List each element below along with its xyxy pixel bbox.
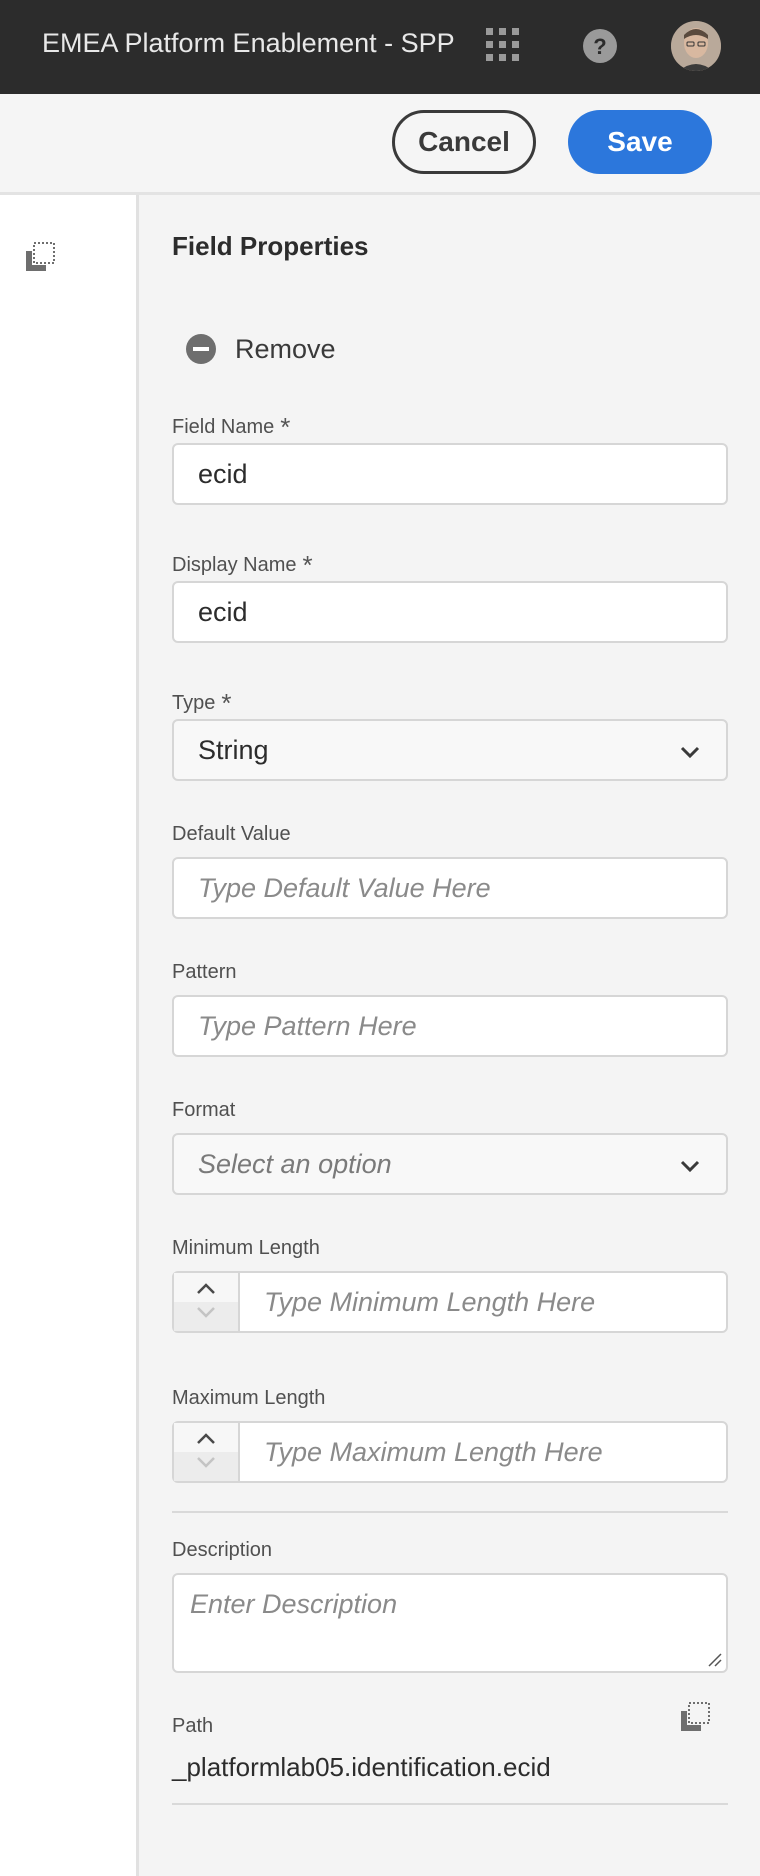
default-value-label: Default Value [172,823,291,845]
field-name-label: Field Name * [172,412,291,442]
display-name-label: Display Name * [172,550,313,580]
pattern-input[interactable]: Type Pattern Here [172,995,728,1057]
format-select-value: Select an option [198,1148,392,1179]
divider [172,1803,728,1805]
decrement-button[interactable] [174,1452,238,1481]
chevron-down-icon [197,1307,215,1318]
required-marker: * [280,412,291,442]
increment-button[interactable] [174,1423,238,1452]
max-length-input[interactable]: Type Maximum Length Here [240,1423,726,1481]
description-textarea[interactable]: Enter Description [172,1573,728,1673]
chevron-down-icon [680,1160,700,1173]
copy-icon[interactable] [24,241,56,273]
remove-label: Remove [235,333,336,364]
required-marker: * [221,688,232,718]
cancel-button[interactable]: Cancel [392,110,536,174]
divider [172,1511,728,1513]
avatar[interactable] [671,21,721,71]
field-name-input[interactable]: ecid [172,443,728,505]
chevron-up-icon [197,1433,215,1444]
format-select[interactable]: Select an option [172,1133,728,1195]
org-title[interactable]: EMEA Platform Enablement - SPP [42,28,455,59]
apps-icon[interactable] [486,28,520,62]
type-label: Type * [172,688,232,718]
field-properties-panel: Field Properties Remove Field Name * ecid… [139,195,760,1876]
default-value-input[interactable]: Type Default Value Here [172,857,728,919]
app-header: EMEA Platform Enablement - SPP ? [0,0,760,94]
decrement-button[interactable] [174,1302,238,1331]
chevron-down-icon [197,1457,215,1468]
path-label: Path [172,1715,214,1737]
pattern-label: Pattern [172,961,237,983]
left-rail [0,195,139,1876]
description-label: Description [172,1539,273,1561]
chevron-down-icon [680,746,700,759]
required-marker: * [302,550,313,580]
help-icon[interactable]: ? [582,28,618,64]
remove-icon [186,334,216,364]
min-length-stepper [174,1273,240,1331]
remove-button[interactable]: Remove [185,331,336,367]
panel-title: Field Properties [172,231,369,261]
path-value: _platformlab05.identification.ecid [172,1752,551,1782]
min-length-label: Minimum Length [172,1237,320,1259]
description-placeholder: Enter Description [190,1589,398,1619]
resize-handle-icon[interactable] [706,1651,722,1667]
type-select-value: String [198,734,269,765]
save-button[interactable]: Save [568,110,712,174]
copy-icon[interactable] [679,1701,711,1733]
increment-button[interactable] [174,1273,238,1302]
min-length-input[interactable]: Type Minimum Length Here [240,1273,726,1331]
chevron-up-icon [197,1283,215,1294]
format-label: Format [172,1099,236,1121]
display-name-input[interactable]: ecid [172,581,728,643]
action-bar: Cancel Save [0,94,760,195]
max-length-stepper [174,1423,240,1481]
type-select[interactable]: String [172,719,728,781]
max-length-label: Maximum Length [172,1387,326,1409]
min-length-field: Type Minimum Length Here [172,1271,728,1333]
svg-text:?: ? [593,34,606,59]
max-length-field: Type Maximum Length Here [172,1421,728,1483]
